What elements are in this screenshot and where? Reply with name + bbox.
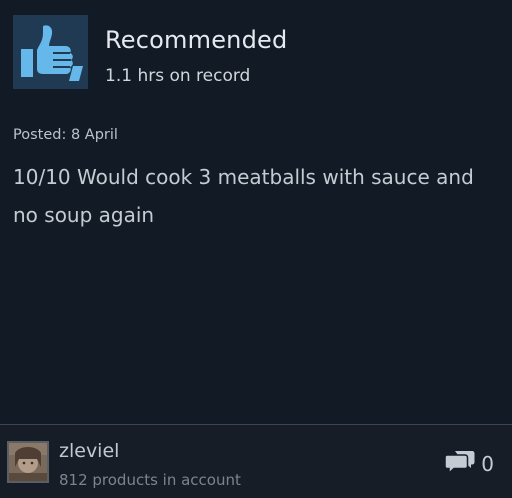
review-body: 10/10 Would cook 3 meatballs with sauce … xyxy=(13,165,474,227)
posted-date: Posted: 8 April xyxy=(13,127,118,143)
review-card: Recommended 1.1 hrs on record Posted: 8 … xyxy=(0,0,512,498)
author-name[interactable]: zleviel xyxy=(59,440,119,462)
verdict-label: Recommended xyxy=(105,26,288,54)
review-header[interactable]: Recommended 1.1 hrs on record xyxy=(0,0,512,104)
comment-bubbles-icon xyxy=(444,450,475,478)
comments-link[interactable]: 0 xyxy=(444,450,494,478)
hours-on-record: 1.1 hrs on record xyxy=(105,66,251,86)
avatar[interactable] xyxy=(7,441,49,483)
thumbs-up-icon xyxy=(13,15,88,89)
author-products: 812 products in account xyxy=(59,471,241,489)
comment-count: 0 xyxy=(481,452,494,476)
review-footer: zleviel 812 products in account 0 xyxy=(0,425,512,498)
